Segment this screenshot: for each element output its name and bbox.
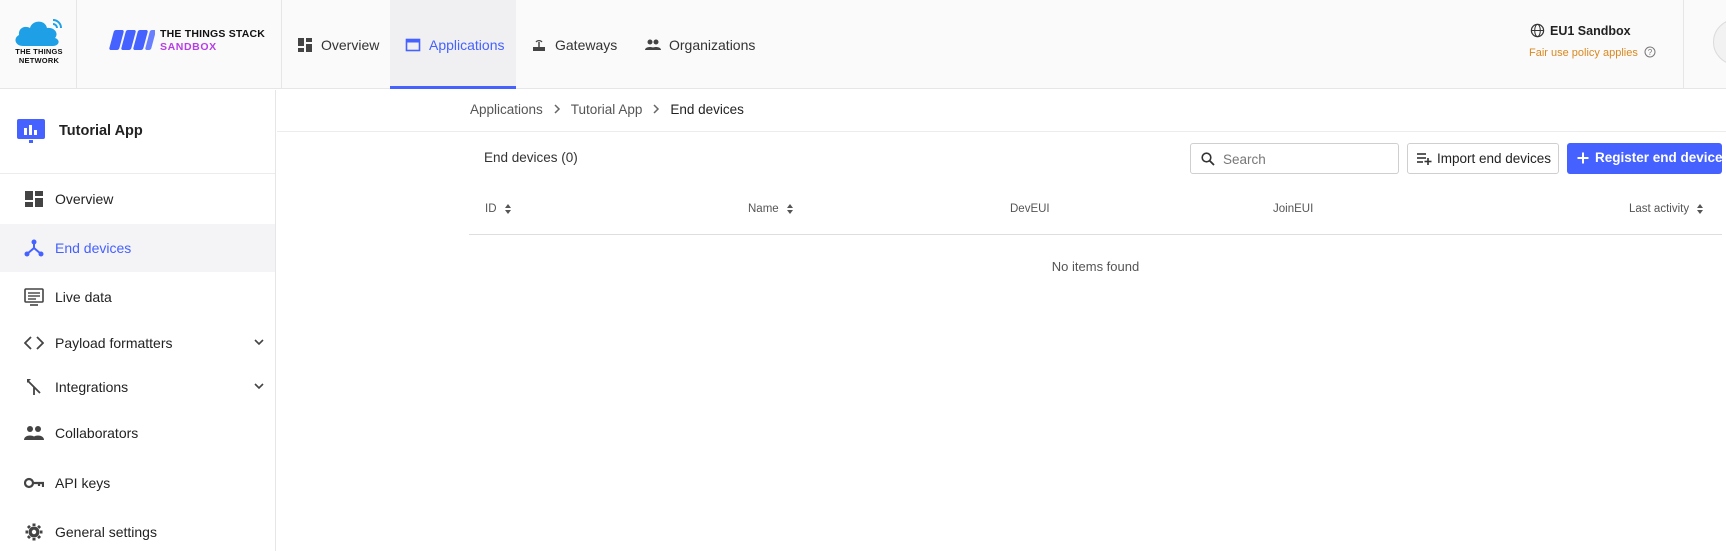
key-icon <box>24 477 44 489</box>
help-icon: ? <box>1644 46 1656 58</box>
cloud-icon <box>15 19 62 46</box>
sidebar-item-integrations[interactable]: Integrations <box>0 363 275 411</box>
column-header-deveui: DevEUI <box>1010 203 1050 215</box>
sidebar-item-overview[interactable]: Overview <box>0 175 275 223</box>
tts-logo[interactable]: THE THINGS STACK SANDBOX <box>78 0 282 89</box>
chevron-down-icon[interactable] <box>253 380 265 392</box>
sidebar-item-label: End devices <box>55 240 132 256</box>
register-end-device-label: Register end device <box>1595 150 1723 165</box>
sidebar-item-label: Integrations <box>55 379 129 395</box>
sidebar-item-payload-formatters[interactable]: Payload formatters <box>0 319 275 367</box>
sidebar-item-label: Collaborators <box>55 425 139 441</box>
app-name: Tutorial App <box>59 123 143 139</box>
nav-overview-label: Overview <box>321 36 380 53</box>
end-devices-count-title: End devices (0) <box>484 150 578 165</box>
sidebar-item-collaborators[interactable]: Collaborators <box>0 409 275 457</box>
nav-applications[interactable]: Applications <box>390 0 516 89</box>
nav-gateways-label: Gateways <box>555 36 618 53</box>
sidebar-item-live-data[interactable]: Live data <box>0 273 275 321</box>
sidebar-item-label: General settings <box>55 524 157 540</box>
plus-icon <box>1577 152 1589 164</box>
stack-logo-line1: THE THINGS STACK <box>160 28 266 40</box>
column-header-label: Last activity <box>1629 203 1690 215</box>
import-end-devices-button[interactable]: Import end devices <box>1407 143 1559 174</box>
ttn-logo[interactable]: THE THINGS NETWORK <box>0 0 77 89</box>
ttn-logo-text: THE THINGS NETWORK <box>15 47 63 65</box>
sort-icon <box>504 204 511 214</box>
sidebar-item-general-settings[interactable]: General settings <box>0 508 275 551</box>
sidebar-item-api-keys[interactable]: API keys <box>0 459 275 507</box>
gear-icon <box>25 523 43 541</box>
merge-icon <box>27 379 41 395</box>
nav-applications-label: Applications <box>429 36 505 53</box>
column-header-id[interactable]: ID <box>485 203 512 215</box>
chevron-right-icon <box>652 102 660 117</box>
breadcrumb-applications[interactable]: Applications <box>470 102 543 117</box>
nav-organizations[interactable]: Organizations <box>630 0 770 89</box>
sidebar-item-end-devices[interactable]: End devices <box>0 224 275 272</box>
search-input[interactable] <box>1223 149 1393 169</box>
chevron-down-icon[interactable] <box>253 336 265 348</box>
avatar[interactable] <box>1713 19 1726 65</box>
svg-text:?: ? <box>1648 48 1653 57</box>
top-header: THE THINGS NETWORK THE THINGS STACK SAND… <box>0 0 1726 89</box>
stack-logo-icon <box>109 30 155 50</box>
playlist-add-icon <box>1417 153 1432 165</box>
fair-use-policy-link[interactable]: Fair use policy applies ? <box>1529 46 1656 59</box>
breadcrumb-tutorial-app[interactable]: Tutorial App <box>571 102 643 117</box>
window-icon <box>405 37 421 53</box>
search-field[interactable] <box>1190 143 1399 174</box>
people-icon <box>645 37 661 53</box>
table-header: ID Name DevEUI JoinEUI Last activity <box>469 193 1722 235</box>
chevron-right-icon <box>553 102 561 117</box>
sort-icon <box>786 204 793 214</box>
column-header-name[interactable]: Name <box>748 203 794 215</box>
stack-logo-line2: SANDBOX <box>160 41 217 53</box>
column-header-joineui: JoinEUI <box>1273 203 1313 215</box>
nav-gateways[interactable]: Gateways <box>516 0 630 89</box>
header-divider <box>1683 0 1684 89</box>
dashboard-icon <box>25 191 43 207</box>
import-end-devices-label: Import end devices <box>1437 151 1552 166</box>
sidebar-item-label: Overview <box>55 191 114 207</box>
group-icon <box>24 426 44 440</box>
region-name: EU1 Sandbox <box>1550 24 1631 38</box>
column-header-last-activity[interactable]: Last activity <box>1629 203 1704 215</box>
column-header-label: Name <box>748 203 779 215</box>
breadcrumb: Applications Tutorial App End devices <box>470 102 744 117</box>
app-chart-icon <box>17 119 45 143</box>
column-header-label: JoinEUI <box>1273 203 1314 215</box>
breadcrumb-bar: Applications Tutorial App End devices <box>277 90 1726 132</box>
column-header-label: ID <box>485 203 497 215</box>
search-icon <box>1201 152 1215 166</box>
register-end-device-button[interactable]: Register end device <box>1567 143 1723 174</box>
empty-state-message: No items found <box>1051 259 1140 274</box>
fair-use-policy-text: Fair use policy applies <box>1529 47 1638 59</box>
sort-icon <box>1697 204 1704 214</box>
monitor-icon <box>24 288 44 306</box>
code-icon <box>24 336 44 350</box>
sidebar-item-label: Live data <box>55 289 112 305</box>
sidebar-item-label: Payload formatters <box>55 335 173 351</box>
column-header-label: DevEUI <box>1010 203 1050 215</box>
sidebar-item-label: API keys <box>55 475 111 491</box>
breadcrumb-end-devices: End devices <box>670 102 744 117</box>
nav-organizations-label: Organizations <box>669 36 756 53</box>
globe-icon <box>1530 23 1545 38</box>
main-nav: Overview Applications Gateways Organizat… <box>282 0 770 89</box>
router-icon <box>531 37 547 53</box>
nav-overview[interactable]: Overview <box>282 0 390 89</box>
sidebar: Tutorial App Overview End devices Live d… <box>0 90 276 551</box>
app-title: Tutorial App <box>0 90 275 174</box>
dashboard-icon <box>297 37 313 53</box>
device-hub-icon <box>24 239 44 257</box>
